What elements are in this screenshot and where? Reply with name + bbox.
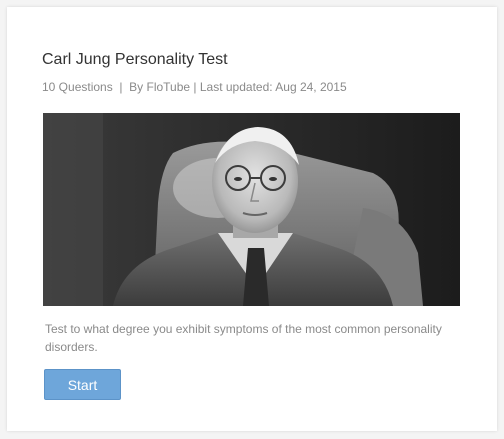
quiz-description: Test to what degree you exhibit symptoms…	[45, 322, 442, 354]
quiz-meta: 10 Questions | By FloTube | Last updated…	[42, 80, 347, 94]
quiz-title: Carl Jung Personality Test	[42, 51, 228, 68]
portrait-image	[43, 113, 460, 306]
start-button[interactable]: Start	[44, 369, 121, 400]
quiz-photo	[43, 113, 460, 306]
quiz-card: Carl Jung Personality Test 10 Questions …	[7, 7, 497, 431]
